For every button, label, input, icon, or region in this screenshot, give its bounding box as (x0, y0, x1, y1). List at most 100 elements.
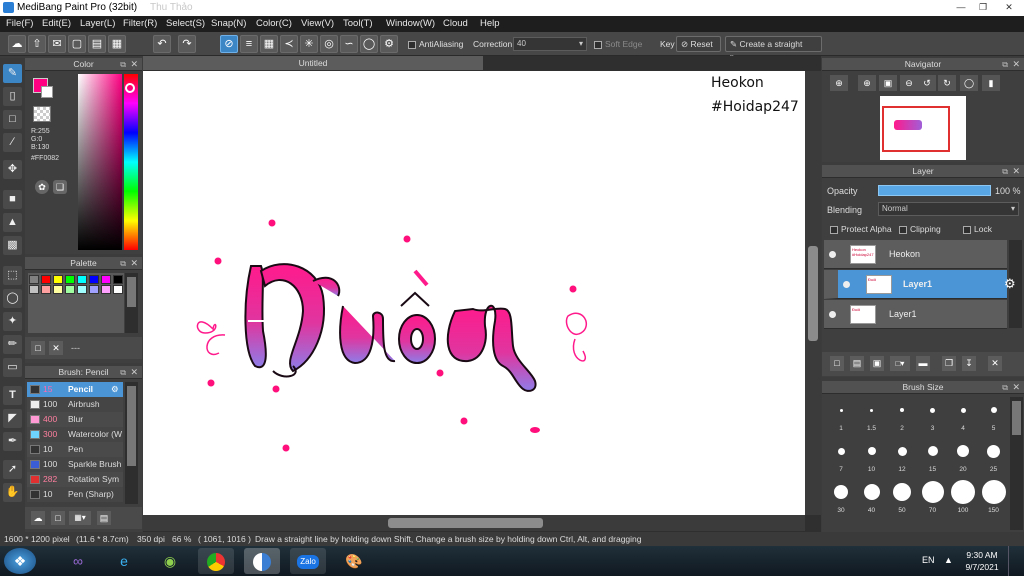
snap-off-icon[interactable]: ⊘ (220, 35, 238, 53)
visibility-eye-icon[interactable] (829, 251, 836, 258)
brush-settings-icon[interactable]: ▤ (97, 511, 111, 525)
snap-settings-icon[interactable]: ⚙ (380, 35, 398, 53)
text-tool-icon[interactable]: T (3, 386, 22, 405)
brush-settings-gear-icon[interactable]: ⚙ (111, 382, 119, 397)
drawing-canvas[interactable]: Heokon #Hoidap247 (143, 71, 805, 515)
move-tool-icon[interactable]: ✥ (3, 160, 22, 179)
undock-icon[interactable]: ⧉ (120, 366, 126, 379)
language-indicator[interactable]: EN (922, 555, 935, 565)
minimize-button[interactable]: — (950, 1, 972, 14)
shape-tool-icon[interactable]: ■ (3, 190, 22, 209)
cross-snap-icon[interactable]: ▦ (260, 35, 278, 53)
palette-scrollbar[interactable] (125, 273, 138, 333)
clock[interactable]: 9:30 AM 9/7/2021 (962, 549, 1002, 573)
line-tool-icon[interactable]: ∕ (3, 133, 22, 152)
rotate-left-icon[interactable]: ↺ (918, 75, 936, 91)
close-panel-icon[interactable]: ✕ (130, 366, 138, 379)
menu-window[interactable]: Window(W) (386, 18, 435, 29)
brush-size-option[interactable]: 3 (918, 396, 948, 434)
brush-size-option[interactable]: 5 (979, 396, 1009, 434)
brush-item[interactable]: 100 Airbrush (27, 397, 123, 412)
palette-swatch[interactable] (29, 275, 39, 284)
close-panel-icon[interactable]: ✕ (1012, 165, 1020, 178)
brush-size-scroll-thumb[interactable] (1012, 401, 1021, 435)
chat-icon[interactable]: ✉ (48, 35, 66, 53)
operation-tool-icon[interactable]: ➚ (3, 460, 22, 479)
close-panel-icon[interactable]: ✕ (130, 58, 138, 71)
soft-edge-checkbox[interactable]: Soft Edge (594, 39, 642, 49)
menu-help[interactable]: Help (480, 18, 500, 29)
medibang-taskbar-icon[interactable] (244, 548, 280, 574)
brush-size-option[interactable]: 1.5 (857, 396, 887, 434)
brush-size-option[interactable]: 150 (979, 478, 1009, 516)
visibility-eye-icon[interactable] (843, 281, 850, 288)
fit-screen-icon[interactable]: ▣ (879, 75, 897, 91)
brush-size-option[interactable]: 12 (887, 437, 917, 475)
menu-cloud[interactable]: Cloud (443, 18, 468, 29)
page-icon[interactable]: ▤ (88, 35, 106, 53)
tray-arrow-icon[interactable]: ▲ (944, 555, 953, 565)
brush-item[interactable]: 282 Rotation Sym (27, 472, 123, 487)
undock-icon[interactable]: ⧉ (1002, 381, 1008, 394)
blending-select[interactable]: Normal ▾ (878, 202, 1019, 216)
brush-item[interactable]: 10 Pen (27, 442, 123, 457)
color-set-icon[interactable]: ❏ (53, 180, 67, 194)
new-8bit-layer-icon[interactable]: ▣ (870, 356, 884, 371)
palette-swatch[interactable] (29, 285, 39, 294)
internet-explorer-icon[interactable]: e (106, 548, 142, 574)
brush-size-option[interactable]: 70 (918, 478, 948, 516)
zoom-in-icon[interactable]: ⊕ (858, 75, 876, 91)
gradient-tool-icon[interactable]: ▩ (3, 236, 22, 255)
vertical-scroll-thumb[interactable] (808, 246, 818, 341)
palette-swatch[interactable] (65, 285, 75, 294)
select-tool-icon[interactable]: ⬚ (3, 266, 22, 285)
brush-item[interactable]: 15 Pencil ⚙ (27, 382, 123, 397)
select-eraser-icon[interactable]: ▭ (3, 358, 22, 377)
radial-snap-icon[interactable]: ✳ (300, 35, 318, 53)
brush-size-option[interactable]: 50 (887, 478, 917, 516)
new-layer-icon[interactable]: □ (830, 356, 844, 371)
menu-snap[interactable]: Snap(N) (211, 18, 246, 29)
saturation-value-picker[interactable] (78, 74, 122, 250)
palette-swatch[interactable] (113, 285, 123, 294)
palette-swatch[interactable] (101, 285, 111, 294)
parallel-snap-icon[interactable]: ≡ (240, 35, 258, 53)
trash-icon[interactable]: ✕ (49, 341, 63, 355)
transparent-color-swatch[interactable] (33, 106, 51, 122)
layer-row[interactable]: Heokon #Hoidap247 Heokon (824, 240, 1007, 269)
add-layer-menu-icon[interactable]: □▾ (890, 356, 910, 371)
brush-size-option[interactable]: 25 (979, 437, 1009, 475)
zoom-in-icon[interactable]: ⊕ (830, 75, 848, 91)
straight-line-button[interactable]: ✎ Create a straight line (725, 36, 822, 63)
brush-item[interactable]: 100 Sparkle Brush (27, 457, 123, 472)
opacity-slider[interactable] (878, 185, 991, 196)
vertical-scrollbar[interactable] (805, 71, 821, 515)
brush-size-option[interactable]: 40 (857, 478, 887, 516)
menu-select[interactable]: Select(S) (166, 18, 205, 29)
visibility-eye-icon[interactable] (829, 311, 836, 318)
divide-tool-icon[interactable]: ◤ (3, 409, 22, 428)
palette-swatch[interactable] (77, 275, 87, 284)
sub-color-swatch[interactable] (41, 86, 53, 98)
cloud-brush-icon[interactable]: ☁ (31, 511, 45, 525)
palette-swatch[interactable] (41, 285, 51, 294)
flip-icon[interactable]: ▮ (982, 75, 1000, 91)
new-palette-icon[interactable]: □ (31, 341, 45, 355)
brush-size-option[interactable]: 2 (887, 396, 917, 434)
protect-alpha-checkbox[interactable]: Protect Alpha (830, 224, 892, 234)
maximize-button[interactable]: ❐ (972, 1, 994, 14)
chrome-icon[interactable] (198, 548, 234, 574)
eraser-tool-icon[interactable]: ▯ (3, 87, 22, 106)
hand-tool-icon[interactable]: ✋ (3, 483, 22, 502)
brush-item[interactable]: 10 Pen (Sharp) (27, 487, 123, 502)
antialiasing-checkbox[interactable]: AntiAliasing (408, 39, 463, 49)
close-button[interactable]: ✕ (996, 1, 1022, 14)
menu-tool[interactable]: Tool(T) (343, 18, 373, 29)
select-pen-icon[interactable]: ✏ (3, 335, 22, 354)
rotate-right-icon[interactable]: ↻ (938, 75, 956, 91)
layer-row[interactable]: Đuôi Layer1 (824, 300, 1007, 329)
brush-size-option[interactable]: 15 (918, 437, 948, 475)
zalo-icon[interactable]: Zalo (290, 548, 326, 574)
reset-button[interactable]: ⊘ Reset (676, 36, 721, 52)
horizontal-scrollbar[interactable] (143, 515, 805, 531)
